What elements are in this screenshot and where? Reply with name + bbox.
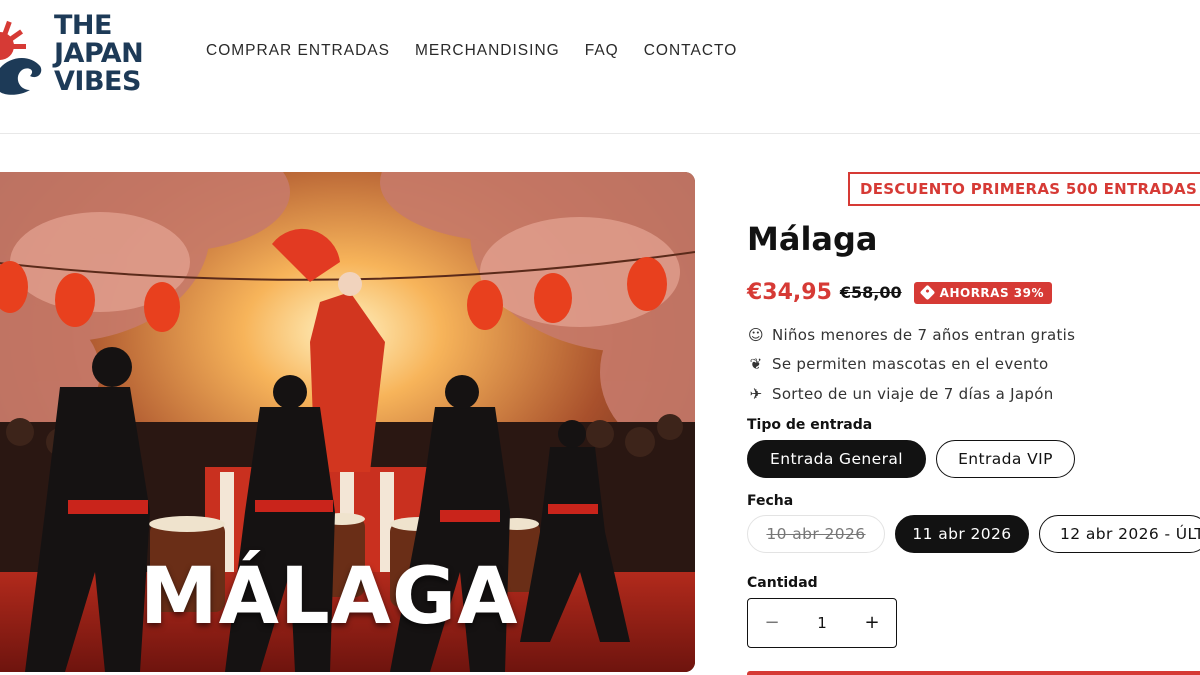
compare-at-price: €58,00 (839, 283, 902, 302)
ticket-option-vip[interactable]: Entrada VIP (936, 440, 1075, 478)
site-header: THE JAPAN VIBES COMPRAR ENTRADAS MERCHAN… (0, 0, 1200, 134)
product-title: Málaga (747, 220, 878, 258)
ticket-type-label: Tipo de entrada (747, 417, 873, 433)
feature-text: Se permiten mascotas en el evento (772, 355, 1049, 374)
sale-price: €34,95 (747, 280, 832, 305)
quantity-increase-button[interactable]: + (848, 599, 896, 647)
date-label: Fecha (747, 493, 794, 509)
feature-item: ✈ Sorteo de un viaje de 7 días a Japón (747, 379, 1075, 409)
quantity-stepper: − + (747, 598, 897, 648)
child-emoji-icon: ☺ (748, 325, 764, 344)
product-hero-image[interactable]: MÁLAGA (0, 172, 695, 672)
main-nav: COMPRAR ENTRADAS MERCHANDISING FAQ CONTA… (206, 42, 762, 60)
nav-faq[interactable]: FAQ (585, 42, 619, 60)
quantity-input[interactable] (796, 609, 848, 637)
brand-line-3: VIBES (54, 66, 141, 97)
ticket-option-general[interactable]: Entrada General (747, 440, 926, 478)
savings-text: AHORRAS 39% (939, 285, 1044, 300)
nav-contacto[interactable]: CONTACTO (644, 42, 738, 60)
feature-text: Sorteo de un viaje de 7 días a Japón (772, 384, 1054, 403)
add-to-cart-button[interactable] (747, 671, 1200, 675)
nav-merchandising[interactable]: MERCHANDISING (415, 42, 560, 60)
wave-sun-logo-icon (0, 20, 42, 95)
brand-line-1: THE (54, 10, 112, 41)
airplane-emoji-icon: ✈ (749, 384, 763, 403)
brand-line-2: JAPAN (54, 38, 144, 69)
discount-banner: DESCUENTO PRIMERAS 500 ENTRADAS (848, 172, 1200, 206)
nav-comprar-entradas[interactable]: COMPRAR ENTRADAS (206, 42, 390, 60)
price-tag-icon (919, 284, 935, 301)
quantity-label: Cantidad (747, 575, 818, 591)
date-option-11-abr[interactable]: 11 abr 2026 (895, 515, 1029, 553)
feature-item: ☺ Niños menores de 7 años entran gratis (747, 320, 1075, 350)
date-option-10-abr[interactable]: 10 abr 2026 (747, 515, 885, 553)
brand-logo[interactable]: THE JAPAN VIBES (0, 10, 160, 100)
feature-text: Niños menores de 7 años entran gratis (772, 325, 1076, 344)
date-option-12-abr[interactable]: 12 abr 2026 - ÚLT (1039, 515, 1200, 553)
brand-wordmark: THE JAPAN VIBES (54, 10, 144, 97)
hero-city-title: MÁLAGA (140, 552, 519, 642)
feature-item: ❦ Se permiten mascotas en el evento (747, 350, 1075, 380)
price-row: €34,95 €58,00 AHORRAS 39% (747, 280, 1052, 305)
quantity-decrease-button[interactable]: − (748, 599, 796, 647)
dog-emoji-icon: ❦ (749, 355, 763, 374)
savings-badge: AHORRAS 39% (913, 281, 1052, 304)
feature-list: ☺ Niños menores de 7 años entran gratis … (747, 320, 1075, 409)
